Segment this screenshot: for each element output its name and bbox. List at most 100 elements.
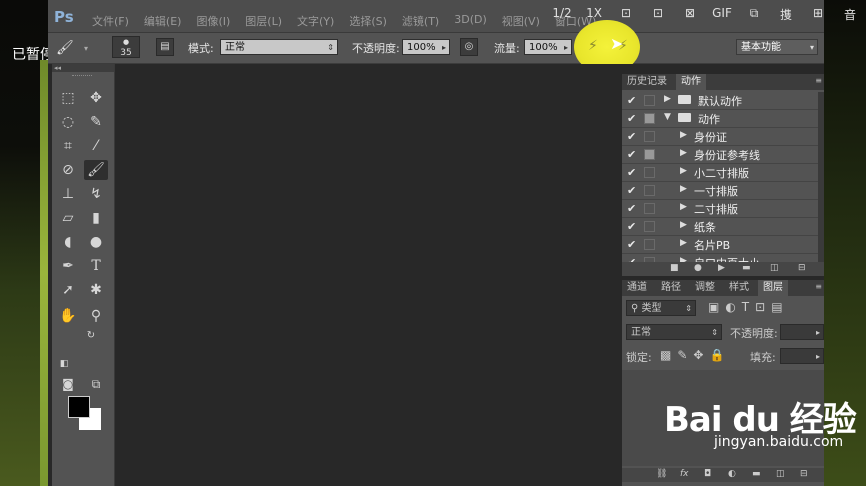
record-icon[interactable]: ● [694,263,702,273]
history-brush-tool-icon[interactable]: ↯ [84,184,108,204]
collapse-icon[interactable]: ▼ [664,112,671,122]
blur-tool-icon[interactable]: ◖ [56,232,80,252]
copy-icon[interactable]: ⧉ [738,6,770,23]
panel-menu-icon[interactable]: ≡ [815,76,822,85]
actions-scrollbar[interactable] [818,92,824,262]
chevron-down-icon[interactable]: ▾ [84,44,88,53]
check-icon[interactable]: ✔ [627,112,636,125]
expand-icon[interactable]: ▶ [680,148,687,158]
action-row[interactable]: ✔ ▶ 纸条 [622,218,818,236]
menu-image[interactable]: 图像(I) [196,13,230,29]
play-icon[interactable]: ▶ [718,263,725,273]
tab-actions[interactable]: 动作 [676,74,706,90]
check-icon[interactable]: ✔ [627,94,636,107]
gif-button[interactable]: GIF [706,6,738,23]
mask-icon[interactable]: ◘ [704,469,711,479]
tab-layers[interactable]: 图层 [758,280,788,296]
menu-select[interactable]: 选择(S) [349,13,387,29]
tab-history[interactable]: 历史记录 [622,74,672,90]
dialog-toggle[interactable] [644,167,655,178]
expand-icon[interactable]: ▶ [680,166,687,176]
tab-styles[interactable]: 样式 [724,280,754,296]
dialog-toggle[interactable] [644,203,655,214]
page-indicator[interactable]: 1/2 [546,6,578,23]
layer-filter-select[interactable]: ⚲ 类型 ⇕ [626,300,696,316]
tab-paths[interactable]: 路径 [656,280,686,296]
new-set-icon[interactable]: ▬ [742,263,751,273]
type-tool-icon[interactable]: T [84,256,108,276]
link-icon[interactable]: ⛓ [656,469,667,479]
stop-icon[interactable]: ■ [670,263,679,273]
shape-tool-icon[interactable]: ✱ [84,280,108,300]
action-row[interactable]: ✔ ▶ 二寸排版 [622,200,818,218]
brush-tool-icon[interactable]: 🖌 [84,160,108,180]
panel-grip[interactable] [72,75,92,78]
opacity-input[interactable]: 100% ▸ [402,39,450,55]
menu-edit[interactable]: 编辑(E) [144,13,182,29]
brush-panel-icon[interactable]: ▤ [156,38,174,56]
brush-size-picker[interactable]: ● 35 [112,36,140,58]
check-icon[interactable]: ✔ [627,166,636,179]
crop-tool-icon[interactable]: ⌗ [56,136,80,156]
menu-3d[interactable]: 3D(D) [454,13,487,29]
action-row[interactable]: ✔ ▶ 小二寸排版 [622,164,818,182]
dialog-toggle[interactable] [644,113,655,124]
airbrush-icon[interactable]: ⚡ [588,38,598,54]
brush-tool-icon[interactable]: 🖌 [56,40,74,56]
document-canvas-area[interactable] [115,64,668,486]
expand-icon[interactable]: ▶ [680,130,687,140]
mode-select[interactable]: 正常 ⇕ [220,39,338,55]
eraser-tool-icon[interactable]: ▱ [56,208,80,228]
eyedropper-tool-icon[interactable]: ⁄ [84,136,108,156]
new-action-icon[interactable]: ◫ [770,263,779,273]
blend-mode-select[interactable]: 正常 ⇕ [626,324,722,340]
dialog-toggle[interactable] [644,221,655,232]
crop-icon[interactable]: ⊠ [674,6,706,23]
action-row[interactable]: ✔ ▶ 一寸排版 [622,182,818,200]
control-icon[interactable]: 㨦 [770,6,802,23]
layer-opacity-input[interactable]: ▸ [780,324,824,340]
action-row[interactable]: ✔ ▼ 动作 [622,110,818,128]
delete-icon[interactable]: ⊟ [798,263,806,273]
menu-file[interactable]: 文件(F) [92,13,129,29]
healing-brush-tool-icon[interactable]: ⊘ [56,160,80,180]
tab-adjustments[interactable]: 调整 [690,280,720,296]
pressure-opacity-icon[interactable]: ◎ [460,38,478,56]
adjustment-icon[interactable]: ◐ [728,469,736,479]
fill-input[interactable]: ▸ [780,348,824,364]
check-icon[interactable]: ✔ [627,238,636,251]
default-colors-icon[interactable]: ◧ [58,354,70,374]
collapse-icon[interactable]: ◂◂ [52,64,114,72]
check-icon[interactable]: ✔ [627,202,636,215]
fullscreen-icon[interactable]: ⊡ [642,6,674,23]
dialog-toggle[interactable] [644,149,655,160]
fx-icon[interactable]: fx [680,469,689,479]
menu-filter[interactable]: 滤镜(T) [402,13,439,29]
action-row[interactable]: ✔ ▶ 名片PB [622,236,818,254]
expand-icon[interactable]: ▶ [664,94,671,104]
layer-filter-icons[interactable]: ▣◐T⊡▤ [708,300,789,314]
gradient-tool-icon[interactable]: ▮ [84,208,108,228]
expand-icon[interactable]: ▶ [680,238,687,248]
stamp-tool-icon[interactable]: ⊥ [56,184,80,204]
tab-channels[interactable]: 通道 [622,280,652,296]
menu-type[interactable]: 文字(Y) [297,13,334,29]
move-tool-icon[interactable]: ✥ [84,88,108,108]
dialog-toggle[interactable] [644,185,655,196]
check-icon[interactable]: ✔ [627,184,636,197]
action-row[interactable]: ✔ ▶ 身份证参考线 [622,146,818,164]
quick-mask-icon[interactable]: ◙ [56,374,80,394]
check-icon[interactable]: ✔ [627,220,636,233]
dialog-toggle[interactable] [644,95,655,106]
flow-input[interactable]: 100% ▸ [524,39,572,55]
quick-select-tool-icon[interactable]: ✎ [84,112,108,132]
menu-layer[interactable]: 图层(L) [245,13,282,29]
hand-tool-icon[interactable]: ✋ [56,306,80,326]
audio-button[interactable]: 音 [834,6,866,23]
pen-tool-icon[interactable]: ✒ [56,256,80,276]
menu-view[interactable]: 视图(V) [502,13,540,29]
new-layer-icon[interactable]: ◫ [776,469,785,479]
swap-colors-icon[interactable]: ↻ [84,326,98,346]
lasso-tool-icon[interactable]: ◌ [56,112,80,132]
action-row[interactable]: ✔ ▶ 默认动作 [622,92,818,110]
